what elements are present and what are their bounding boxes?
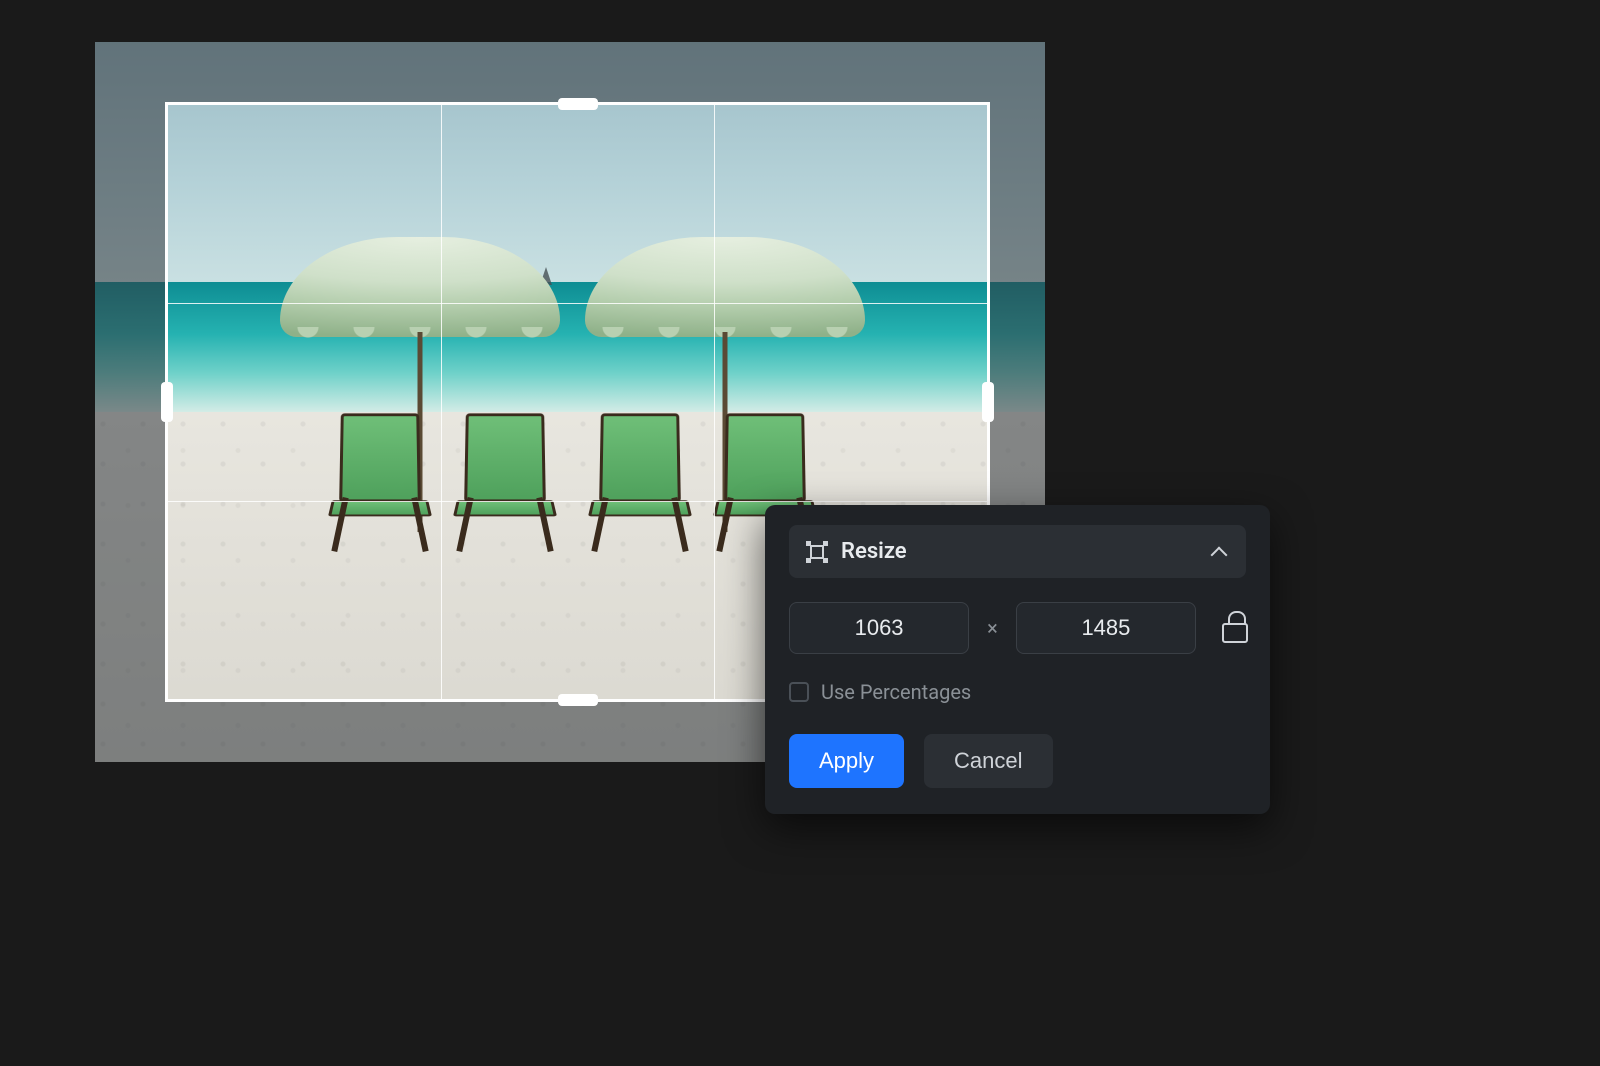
- crop-gridline: [714, 105, 715, 699]
- crop-handle-bottom[interactable]: [558, 694, 598, 706]
- crop-handle-left[interactable]: [161, 382, 173, 422]
- height-input[interactable]: [1016, 602, 1196, 654]
- resize-actions: Apply Cancel: [789, 734, 1246, 788]
- chevron-up-icon[interactable]: [1210, 543, 1228, 561]
- use-percentages-row[interactable]: Use Percentages: [789, 680, 1246, 704]
- unlock-aspect-icon[interactable]: [1220, 615, 1246, 641]
- resize-panel-title: Resize: [841, 539, 907, 564]
- crop-handle-top[interactable]: [558, 98, 598, 110]
- apply-button[interactable]: Apply: [789, 734, 904, 788]
- cancel-button[interactable]: Cancel: [924, 734, 1052, 788]
- crop-gridline: [168, 501, 987, 502]
- crop-handle-right[interactable]: [982, 382, 994, 422]
- dimension-separator: ×: [987, 616, 998, 640]
- crop-mask: [95, 42, 1045, 102]
- use-percentages-checkbox[interactable]: [789, 682, 809, 702]
- use-percentages-label: Use Percentages: [821, 680, 971, 704]
- resize-icon: [807, 542, 827, 562]
- width-input[interactable]: [789, 602, 969, 654]
- crop-mask: [95, 102, 165, 702]
- resize-panel-header[interactable]: Resize: [789, 525, 1246, 578]
- resize-dimensions-row: ×: [789, 602, 1246, 654]
- resize-panel: Resize × Use Percentages Apply Cancel: [765, 505, 1270, 814]
- crop-gridline: [168, 303, 987, 304]
